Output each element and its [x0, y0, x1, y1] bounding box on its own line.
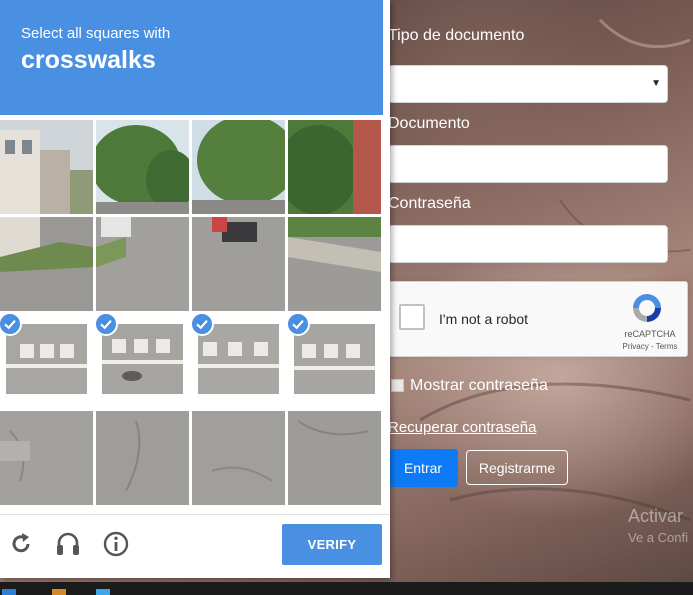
verify-button[interactable]: VERIFY: [282, 524, 382, 565]
crosswalk-image: [294, 324, 375, 394]
info-icon[interactable]: [102, 530, 130, 558]
recaptcha-label: I'm not a robot: [439, 311, 529, 327]
recaptcha-brand: reCAPTCHA: [624, 329, 676, 339]
captcha-challenge: Select all squares with crosswalks VERIF…: [0, 0, 390, 578]
grid-tile[interactable]: [0, 120, 93, 214]
crosswalk-image: [102, 324, 183, 394]
challenge-header: Select all squares with crosswalks: [0, 0, 383, 115]
activation-watermark-title: Activar: [628, 506, 684, 526]
grid-tile[interactable]: [0, 411, 93, 505]
street-image: [96, 217, 189, 311]
register-button[interactable]: Registrarme: [466, 450, 568, 485]
document-input[interactable]: [388, 145, 668, 183]
show-password-label[interactable]: Mostrar contraseña: [410, 377, 548, 395]
grid-tile[interactable]: [192, 411, 285, 505]
street-image: [96, 120, 189, 214]
street-image: [288, 217, 381, 311]
reload-icon[interactable]: [7, 530, 35, 558]
grid-tile[interactable]: [96, 217, 189, 311]
enter-button[interactable]: Entrar: [388, 449, 458, 487]
grid-tile-selected[interactable]: [0, 314, 93, 408]
crosswalk-image: [6, 324, 87, 394]
doc-label: Documento: [388, 115, 470, 132]
instruction-target: crosswalks: [21, 46, 156, 74]
activation-watermark-subtitle: Ve a Confi: [628, 530, 688, 545]
start-icon[interactable]: [2, 589, 16, 595]
asphalt-image: [288, 411, 381, 505]
grid-tile-selected[interactable]: [288, 314, 381, 408]
image-grid: [0, 120, 383, 508]
grid-tile-selected[interactable]: [96, 314, 189, 408]
grid-tile[interactable]: [96, 411, 189, 505]
grid-tile[interactable]: [96, 120, 189, 214]
street-image: [288, 120, 381, 214]
challenge-footer: VERIFY: [0, 514, 390, 579]
grid-tile[interactable]: [288, 217, 381, 311]
doc-type-label: Tipo de documento: [388, 27, 525, 44]
password-label: Contraseña: [388, 195, 471, 212]
password-input[interactable]: [388, 225, 668, 263]
login-form: Tipo de documento ▼ Documento Contraseña…: [388, 0, 693, 580]
street-image: [192, 217, 285, 311]
show-password-checkbox[interactable]: [391, 379, 404, 392]
taskbar-app-icon[interactable]: [96, 589, 110, 595]
street-image: [0, 120, 93, 214]
doc-type-select[interactable]: ▼: [388, 65, 668, 103]
taskbar-app-icon[interactable]: [52, 589, 66, 595]
audio-icon[interactable]: [54, 530, 82, 558]
recaptcha-checkbox[interactable]: [399, 304, 425, 330]
recaptcha-logo-icon: [633, 294, 661, 322]
asphalt-image: [192, 411, 285, 505]
grid-tile[interactable]: [288, 120, 381, 214]
grid-tile[interactable]: [288, 411, 381, 505]
street-image: [0, 217, 93, 311]
asphalt-image: [96, 411, 189, 505]
chevron-down-icon: ▼: [651, 78, 661, 89]
grid-tile[interactable]: [192, 217, 285, 311]
grid-tile[interactable]: [0, 217, 93, 311]
recaptcha-terms-link[interactable]: Privacy - Terms: [615, 342, 685, 351]
asphalt-image: [0, 411, 93, 505]
grid-tile[interactable]: [192, 120, 285, 214]
street-image: [192, 120, 285, 214]
instruction-intro: Select all squares with: [21, 25, 171, 42]
grid-tile-selected[interactable]: [192, 314, 285, 408]
recaptcha-widget: I'm not a robot reCAPTCHA Privacy - Term…: [388, 281, 688, 357]
crosswalk-image: [198, 324, 279, 394]
recover-password-link[interactable]: Recuperar contraseña: [388, 419, 536, 436]
